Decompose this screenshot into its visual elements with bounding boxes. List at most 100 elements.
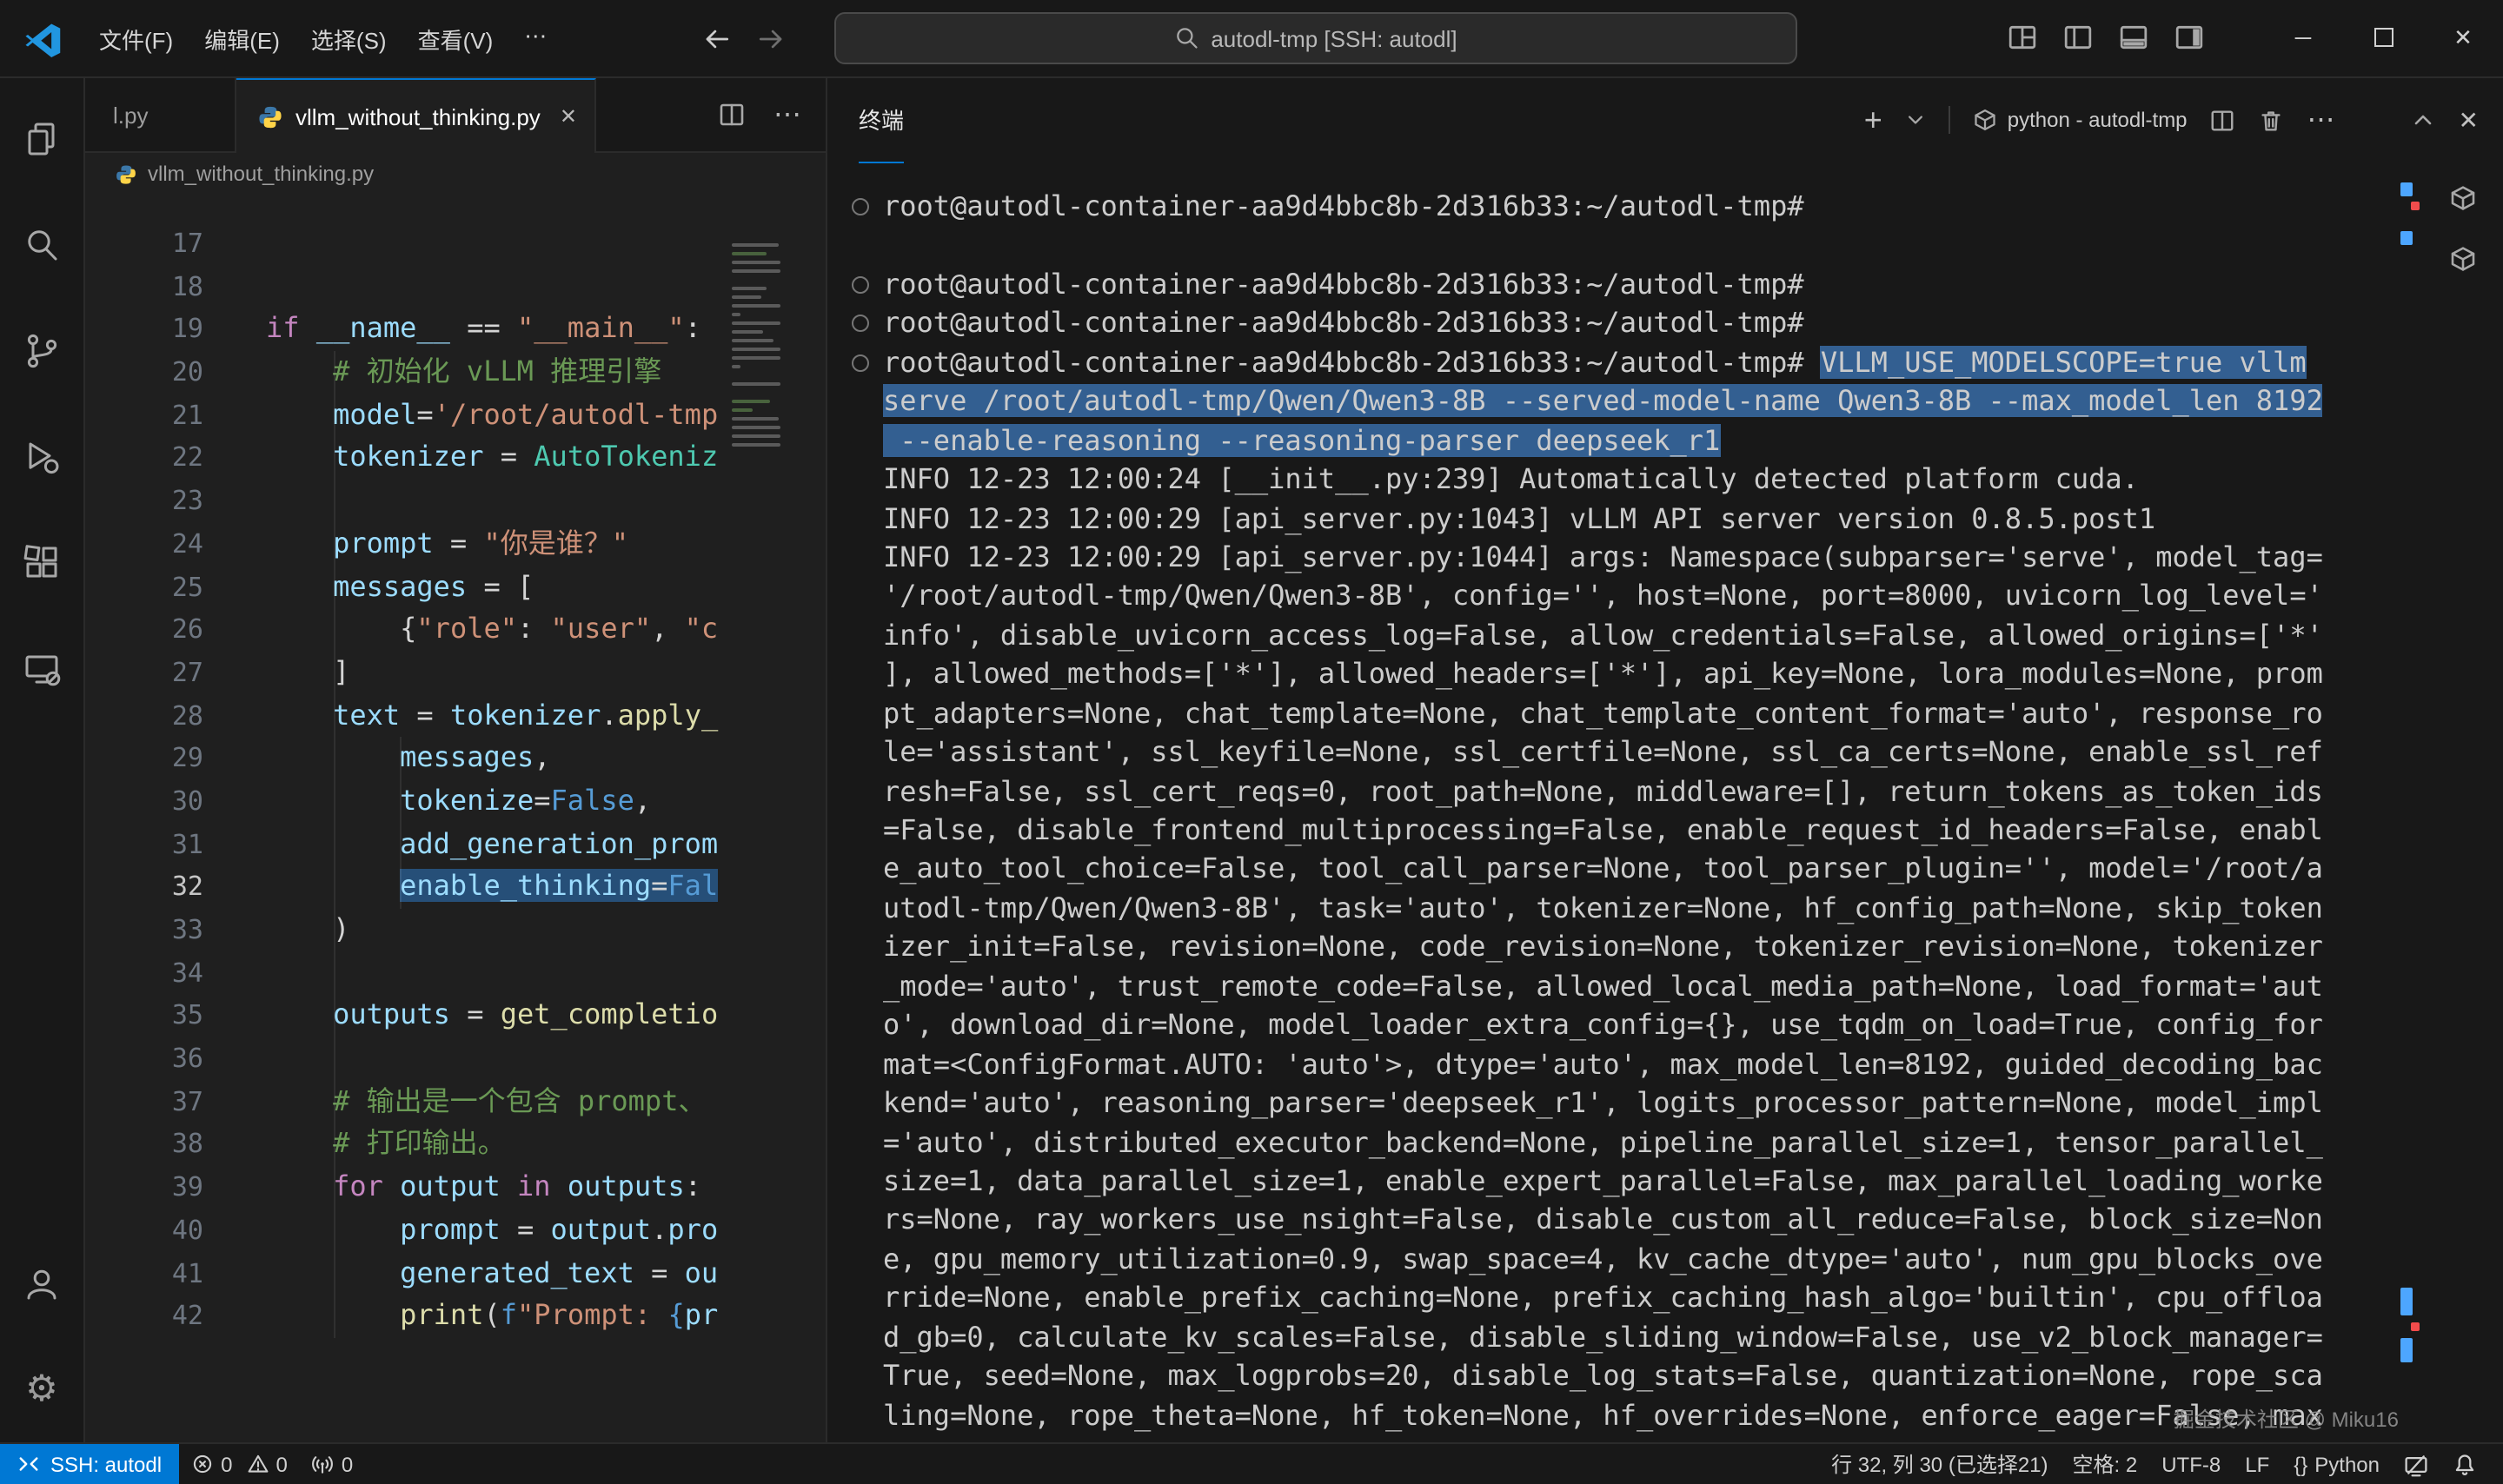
- extensions-icon: [21, 541, 63, 583]
- panel-tab-terminal[interactable]: 终端: [859, 77, 904, 162]
- line-number[interactable]: 42: [85, 1295, 203, 1337]
- maximize-panel-icon[interactable]: [2412, 108, 2436, 132]
- kill-terminal-trash-icon[interactable]: [2259, 107, 2285, 133]
- terminal-line: mat=<ConfigFormat.AUTO: 'auto'>, dtype='…: [852, 1045, 2503, 1084]
- indentation[interactable]: 空格: 2: [2061, 1449, 2150, 1479]
- sidebar-item-run-debug[interactable]: [0, 403, 83, 509]
- line-number[interactable]: 30: [85, 780, 203, 823]
- minimize-button[interactable]: ─: [2263, 0, 2343, 75]
- line-number[interactable]: 21: [85, 394, 203, 437]
- toggle-panel-icon[interactable]: [2119, 23, 2148, 52]
- panel-more-actions-icon[interactable]: ⋯: [2307, 103, 2335, 137]
- terminal-tab-python-2[interactable]: [2432, 236, 2494, 282]
- language-mode[interactable]: {} Python: [2281, 1452, 2392, 1476]
- terminal-text: --enable-reasoning --reasoning-parser de…: [883, 421, 1720, 460]
- line-number[interactable]: 22: [85, 437, 203, 480]
- ports-indicator[interactable]: 0: [300, 1452, 365, 1476]
- line-number[interactable]: 36: [85, 1037, 203, 1080]
- line-number[interactable]: 35: [85, 995, 203, 1037]
- code-text: ): [266, 909, 349, 951]
- command-decoration-icon[interactable]: [852, 276, 869, 294]
- minimap-line: [732, 382, 781, 386]
- line-number[interactable]: 26: [85, 608, 203, 651]
- command-decoration-icon[interactable]: [852, 198, 869, 215]
- command-decoration-icon[interactable]: [852, 315, 869, 333]
- terminal-line: size=1, data_parallel_size=1, enable_exp…: [852, 1163, 2503, 1202]
- code-editor[interactable]: 171819if __name__ == "__main__":20 # 初始化…: [85, 195, 826, 1442]
- tab-partial-file[interactable]: l.py: [85, 78, 236, 151]
- problems-indicator[interactable]: 0 0: [179, 1452, 300, 1476]
- line-number[interactable]: 24: [85, 523, 203, 566]
- line-number[interactable]: 34: [85, 951, 203, 994]
- back-arrow-icon[interactable]: [702, 23, 732, 53]
- sidebar-item-remote-explorer[interactable]: [0, 615, 83, 721]
- line-number[interactable]: 41: [85, 1252, 203, 1295]
- terminal-text: kend='auto', reasoning_parser='deepseek_…: [883, 1084, 2323, 1123]
- line-number[interactable]: 40: [85, 1209, 203, 1252]
- encoding[interactable]: UTF-8: [2149, 1452, 2233, 1476]
- code-text: prompt = "你是谁？": [266, 523, 628, 566]
- more-actions-icon[interactable]: ⋯: [773, 97, 801, 132]
- terminal-text: ], allowed_methods=['*'], allowed_header…: [883, 656, 2323, 695]
- eol-indicator[interactable]: LF: [2233, 1452, 2281, 1476]
- line-number[interactable]: 25: [85, 566, 203, 608]
- sidebar-item-extensions[interactable]: [0, 509, 83, 615]
- minimap-line: [732, 408, 752, 412]
- minimap-line: [732, 295, 761, 299]
- line-number[interactable]: 38: [85, 1123, 203, 1166]
- sidebar-item-account[interactable]: [0, 1230, 83, 1336]
- line-number[interactable]: 33: [85, 909, 203, 951]
- editor-actions: ⋯: [718, 78, 826, 151]
- menu-edit[interactable]: 编辑(E): [189, 15, 295, 62]
- command-center-search[interactable]: autodl-tmp [SSH: autodl]: [834, 12, 1797, 64]
- split-terminal-icon[interactable]: [2210, 107, 2236, 133]
- minimap[interactable]: [728, 226, 787, 452]
- line-number[interactable]: 28: [85, 694, 203, 737]
- cursor-position[interactable]: 行 32, 列 30 (已选择21): [1819, 1449, 2060, 1479]
- line-number[interactable]: 37: [85, 1081, 203, 1123]
- menu-more[interactable]: ⋯: [508, 15, 562, 62]
- line-number[interactable]: 19: [85, 308, 203, 351]
- terminal-profile-chevron-icon[interactable]: [1905, 109, 1926, 130]
- forward-arrow-icon[interactable]: [756, 23, 786, 53]
- line-number[interactable]: 20: [85, 351, 203, 394]
- sidebar-item-explorer[interactable]: [0, 85, 83, 191]
- terminal[interactable]: root@autodl-container-aa9d4bbc8b-2d316b3…: [827, 162, 2503, 1442]
- tab-vllm-without-thinking[interactable]: vllm_without_thinking.py ✕: [236, 78, 596, 153]
- toggle-primary-sidebar-icon[interactable]: [2063, 23, 2093, 52]
- sidebar-item-search[interactable]: [0, 191, 83, 297]
- line-number[interactable]: 32: [85, 866, 203, 909]
- close-panel-icon[interactable]: ✕: [2459, 105, 2479, 135]
- close-tab-icon[interactable]: ✕: [560, 104, 577, 129]
- line-number[interactable]: 27: [85, 652, 203, 694]
- sidebar-item-source-control[interactable]: [0, 297, 83, 403]
- line-number[interactable]: 31: [85, 823, 203, 865]
- close-window-button[interactable]: ✕: [2423, 0, 2503, 75]
- line-number[interactable]: 29: [85, 738, 203, 780]
- sidebar-item-settings[interactable]: ⚙: [0, 1336, 83, 1442]
- line-number[interactable]: 17: [85, 222, 203, 265]
- command-decoration-icon[interactable]: [852, 354, 869, 372]
- screen-off-indicator[interactable]: [2392, 1452, 2440, 1476]
- remote-indicator[interactable]: SSH: autodl: [0, 1444, 179, 1484]
- line-number[interactable]: 18: [85, 265, 203, 308]
- line-number[interactable]: 39: [85, 1166, 203, 1209]
- customize-layout-icon[interactable]: [2008, 23, 2037, 52]
- maximize-button[interactable]: [2343, 0, 2423, 75]
- title-bar-right: ─ ✕: [2008, 0, 2503, 75]
- breadcrumb[interactable]: vllm_without_thinking.py: [85, 153, 826, 195]
- remote-icon: [17, 1453, 40, 1475]
- code-text: for output in outputs:: [266, 1166, 701, 1209]
- menu-file[interactable]: 文件(F): [83, 15, 189, 62]
- line-number[interactable]: 23: [85, 480, 203, 522]
- scroll-mark: [2411, 202, 2420, 210]
- toggle-secondary-sidebar-icon[interactable]: [2174, 23, 2204, 52]
- split-editor-icon[interactable]: [718, 101, 746, 129]
- menu-selection[interactable]: 选择(S): [295, 15, 402, 62]
- menu-view[interactable]: 查看(V): [402, 15, 509, 62]
- notifications-indicator[interactable]: [2440, 1452, 2489, 1476]
- panel-tab-label: 终端: [859, 103, 904, 136]
- terminal-tab-python-1[interactable]: [2432, 176, 2494, 221]
- active-terminal-label[interactable]: python - autodl-tmp: [1973, 108, 2188, 132]
- new-terminal-icon[interactable]: +: [1864, 104, 1882, 136]
